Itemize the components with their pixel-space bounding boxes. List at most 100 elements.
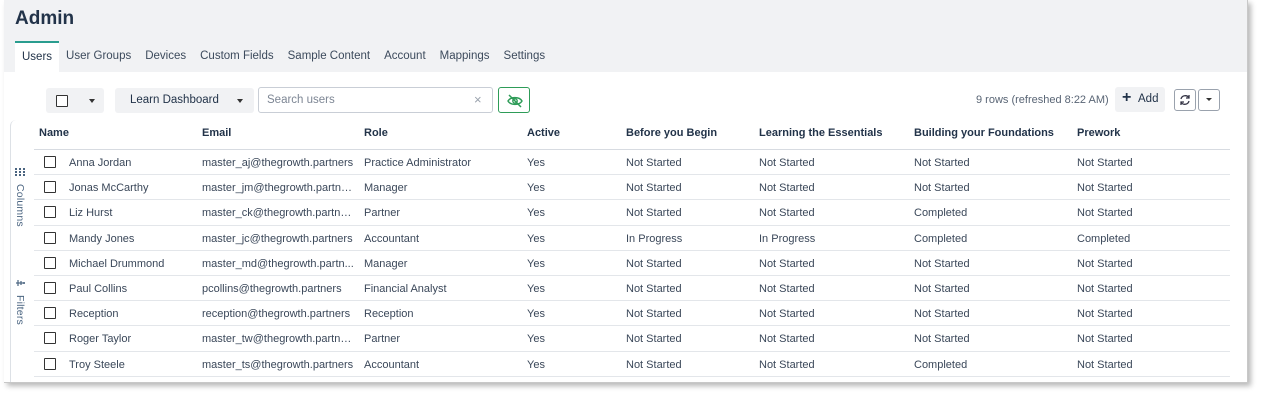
tab-users[interactable]: Users: [15, 41, 60, 72]
cell-email: master_ts@thegrowth.partners: [202, 358, 354, 371]
cell-prework: Not Started: [1077, 308, 1133, 321]
column-header-prework[interactable]: Prework: [1077, 127, 1217, 139]
select-all-checkbox[interactable]: [56, 95, 68, 107]
tab-user-groups[interactable]: User Groups: [59, 41, 138, 72]
row-checkbox[interactable]: [44, 357, 56, 370]
filter-icon: [16, 280, 25, 286]
table-row[interactable]: Reception reception@thegrowth.partners Rec…: [34, 301, 1230, 327]
cell-email: master_jm@thegrowth.partners: [202, 182, 354, 195]
row-checkbox[interactable]: [44, 156, 56, 168]
table-row[interactable]: Troy Steele master_ts@thegrowth.partners A…: [34, 352, 1230, 377]
eye-off-icon: [507, 94, 523, 108]
row-checkbox[interactable]: [44, 181, 56, 194]
tab-custom-fields[interactable]: Custom Fields: [193, 41, 281, 72]
cell-email: reception@thegrowth.partners: [202, 308, 351, 321]
toggle-hidden-button[interactable]: [498, 87, 530, 113]
cell-building-your-foundations: Completed: [914, 358, 968, 371]
cell-learning-the-essentials: Not Started: [759, 207, 815, 220]
table-body: Anna Jordan master_aj@thegrowth.partners P…: [34, 150, 1230, 377]
table-row[interactable]: Jonas McCarthy master_jm@thegrowth.partne…: [34, 175, 1230, 201]
column-header-name[interactable]: Name: [39, 127, 169, 139]
bulk-select-dropdown[interactable]: [46, 88, 104, 113]
header: Admin Users User Groups Devices Custom F…: [4, 0, 1247, 72]
columns-panel-toggle[interactable]: Columns: [14, 164, 28, 227]
cell-email: master_tw@thegrowth.partners: [202, 333, 354, 346]
tab-account[interactable]: Account: [377, 41, 433, 72]
dashboard-select-value: Learn Dashboard: [130, 94, 219, 106]
cell-before-you-begin: Not Started: [626, 358, 682, 371]
tab-mappings[interactable]: Mappings: [433, 41, 497, 72]
column-header-building-your-foundations[interactable]: Building your Foundations: [914, 127, 1069, 139]
cell-building-your-foundations: Not Started: [914, 282, 970, 295]
cell-learning-the-essentials: Not Started: [759, 358, 815, 371]
cell-active: Yes: [527, 308, 545, 321]
cell-role: Partner: [364, 207, 401, 220]
cell-active: Yes: [527, 232, 545, 245]
tab-settings[interactable]: Settings: [497, 41, 553, 72]
column-header-before-you-begin[interactable]: Before you Begin: [626, 127, 751, 139]
table-row[interactable]: Liz Hurst master_ck@thegrowth.partners Par…: [34, 200, 1230, 226]
cell-role: Manager: [364, 182, 408, 195]
search-input[interactable]: [258, 87, 493, 113]
table-row[interactable]: Anna Jordan master_aj@thegrowth.partners P…: [34, 150, 1230, 176]
cell-email: master_aj@thegrowth.partners: [202, 157, 354, 169]
cell-learning-the-essentials: Not Started: [759, 333, 815, 346]
column-header-role[interactable]: Role: [364, 127, 519, 139]
row-checkbox[interactable]: [44, 206, 56, 219]
filters-panel-toggle[interactable]: Filters: [14, 275, 28, 325]
table-row[interactable]: Michael Drummond master_md@thegrowth.part…: [34, 251, 1230, 276]
cell-name: Michael Drummond: [69, 257, 165, 270]
row-checkbox[interactable]: [44, 281, 56, 294]
cell-email: pcollins@thegrowth.partners: [202, 282, 342, 295]
table-row[interactable]: Mandy Jones master_jc@thegrowth.partners A…: [34, 226, 1230, 251]
cell-email: master_md@thegrowth.partn...: [202, 257, 354, 270]
cell-before-you-begin: Not Started: [626, 257, 682, 270]
cell-before-you-begin: Not Started: [626, 157, 682, 169]
refresh-button[interactable]: [1174, 89, 1196, 111]
cell-name: Paul Collins: [69, 282, 128, 295]
cell-role: Manager: [364, 257, 408, 270]
page-title: Admin: [15, 8, 75, 29]
cell-name: Jonas McCarthy: [69, 182, 149, 195]
cell-building-your-foundations: Not Started: [914, 333, 970, 346]
cell-prework: Not Started: [1077, 358, 1133, 371]
cell-name: Mandy Jones: [69, 232, 135, 245]
chevron-down-icon: [237, 99, 243, 103]
row-checkbox[interactable]: [44, 256, 56, 269]
cell-prework: Completed: [1077, 232, 1131, 245]
cell-prework: Not Started: [1077, 182, 1133, 195]
column-header-email[interactable]: Email: [202, 127, 354, 139]
more-options-button[interactable]: [1198, 89, 1220, 111]
row-count-status: 9 rows (refreshed 8:22 AM): [976, 94, 1109, 106]
cell-email: master_ck@thegrowth.partners: [202, 207, 354, 220]
row-checkbox[interactable]: [44, 332, 56, 345]
tab-bar: Users User Groups Devices Custom Fields …: [15, 41, 552, 72]
cell-name: Liz Hurst: [69, 207, 113, 220]
tab-devices[interactable]: Devices: [138, 41, 193, 72]
cell-learning-the-essentials: In Progress: [759, 232, 816, 245]
table-row[interactable]: Roger Taylor master_tw@thegrowth.partners…: [34, 326, 1230, 352]
column-header-active[interactable]: Active: [527, 127, 617, 139]
cell-active: Yes: [527, 157, 545, 169]
add-button-label: Add: [1138, 93, 1159, 105]
cell-learning-the-essentials: Not Started: [759, 182, 815, 195]
cell-learning-the-essentials: Not Started: [759, 257, 815, 270]
cell-building-your-foundations: Not Started: [914, 308, 970, 321]
table-row[interactable]: Paul Collins pcollins@thegrowth.partners F…: [34, 276, 1230, 302]
clear-search-icon[interactable]: ×: [474, 92, 482, 107]
cell-name: Roger Taylor: [69, 333, 132, 346]
row-checkbox[interactable]: [44, 231, 56, 244]
add-user-button[interactable]: + Add: [1115, 87, 1165, 112]
cell-role: Financial Analyst: [364, 282, 447, 295]
cell-before-you-begin: Not Started: [626, 282, 682, 295]
dashboard-select[interactable]: Learn Dashboard: [115, 88, 254, 113]
cell-role: Practice Administrator: [364, 157, 471, 169]
cell-building-your-foundations: Not Started: [914, 182, 970, 195]
columns-icon: [15, 168, 25, 176]
cell-building-your-foundations: Not Started: [914, 157, 970, 169]
row-checkbox[interactable]: [44, 307, 56, 320]
column-header-learning-the-essentials[interactable]: Learning the Essentials: [759, 127, 909, 139]
tab-sample-content[interactable]: Sample Content: [281, 41, 377, 72]
cell-before-you-begin: Not Started: [626, 182, 682, 195]
cell-learning-the-essentials: Not Started: [759, 157, 815, 169]
